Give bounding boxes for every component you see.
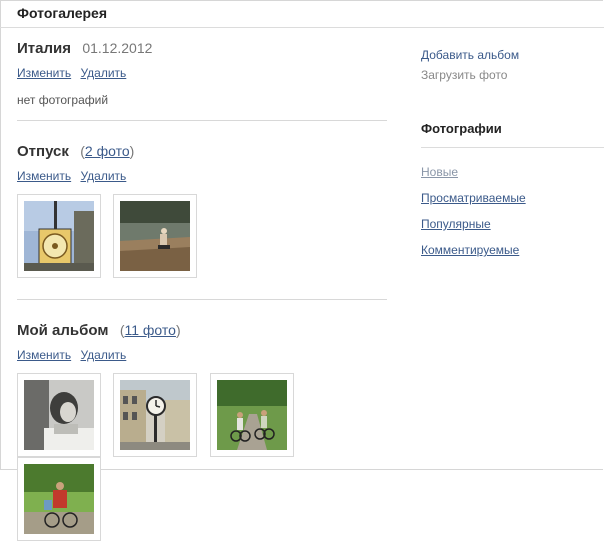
edit-album-link[interactable]: Изменить	[17, 169, 71, 183]
empty-album-text: нет фотографий	[17, 93, 109, 107]
album-header: Мой альбом (11 фото)	[17, 319, 387, 341]
album-title: Италия	[17, 40, 71, 57]
photos-most-viewed-link[interactable]: Просматриваемые	[421, 188, 604, 214]
photo-thumbnail[interactable]	[113, 194, 198, 278]
album-photo-count: (2 фото)	[80, 143, 134, 159]
count-close-paren: )	[129, 143, 135, 159]
album-my-album: Мой альбом (11 фото) Изменить Удалить	[17, 319, 387, 541]
album-title: Отпуск	[17, 143, 69, 160]
street-clock-photo	[120, 380, 191, 450]
album-actions: Изменить Удалить	[17, 347, 387, 363]
album-header: Отпуск (2 фото)	[17, 140, 387, 162]
album-header: Италия 01.12.2012	[17, 37, 387, 59]
album-thumbnails	[17, 373, 387, 541]
album-photo-count: (11 фото)	[120, 322, 181, 338]
upload-photo-link[interactable]: Загрузить фото	[421, 65, 604, 85]
photo-thumbnail[interactable]	[209, 373, 294, 457]
photo-filter-links: Новые Просматриваемые Популярные Коммент…	[421, 162, 604, 266]
delete-album-link[interactable]: Удалить	[80, 169, 126, 183]
album-title: Мой альбом	[17, 322, 109, 339]
photos-heading: Фотографии	[421, 121, 502, 136]
album-actions: Изменить Удалить	[17, 168, 387, 184]
album-photo-count-link[interactable]: 2 фото	[85, 143, 130, 159]
album-actions: Изменить Удалить	[17, 65, 387, 81]
photo-thumbnail[interactable]	[113, 373, 198, 457]
page-title: Фотогалерея	[17, 5, 107, 21]
photos-popular-link[interactable]: Популярные	[421, 214, 604, 240]
title-divider	[0, 27, 604, 28]
photo-thumbnail[interactable]	[17, 194, 101, 278]
add-album-link[interactable]: Добавить альбом	[421, 45, 604, 65]
album-thumbnails	[17, 194, 387, 280]
album-date: 01.12.2012	[82, 40, 153, 56]
sidebar-actions: Добавить альбом Загрузить фото	[421, 45, 604, 85]
reading-girl-photo	[24, 380, 94, 450]
riverside-photo	[120, 201, 191, 271]
sidebar-divider	[421, 147, 604, 148]
edit-album-link[interactable]: Изменить	[17, 348, 71, 362]
count-close-paren: )	[175, 322, 181, 338]
album-divider	[17, 120, 387, 121]
cyclists-photo	[216, 380, 287, 450]
edit-album-link[interactable]: Изменить	[17, 66, 71, 80]
clock-tower-photo	[24, 201, 94, 271]
photos-commented-link[interactable]: Комментируемые	[421, 240, 604, 266]
album-vacation: Отпуск (2 фото) Изменить Удалить	[17, 140, 387, 280]
album-divider	[17, 299, 387, 300]
photos-new-link[interactable]: Новые	[421, 162, 604, 188]
album-photo-count-link[interactable]: 11 фото	[124, 322, 175, 338]
delete-album-link[interactable]: Удалить	[80, 348, 126, 362]
album-italy: Италия 01.12.2012 Изменить Удалить нет ф…	[17, 37, 387, 107]
photo-thumbnail[interactable]	[17, 373, 101, 457]
red-jacket-cyclist-photo	[24, 464, 94, 534]
delete-album-link[interactable]: Удалить	[80, 66, 126, 80]
